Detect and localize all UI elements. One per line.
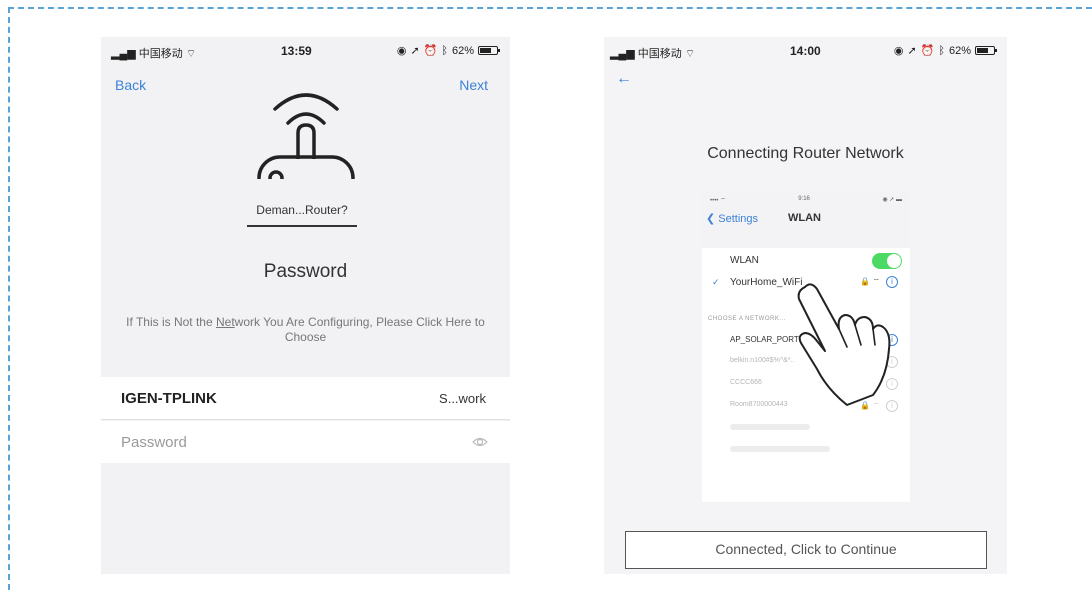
choose-network-link[interactable]: Net: [216, 315, 235, 329]
illustration-time: 9:16: [798, 196, 810, 202]
wifi-icon: ⌔: [684, 48, 696, 60]
bluetooth-icon: ᛒ: [938, 44, 945, 57]
arrow-icon: ➚: [907, 45, 917, 57]
wifi-icon: ⌔: [185, 48, 197, 60]
connecting-title: Connecting Router Network: [707, 145, 904, 162]
password-row: [101, 421, 510, 463]
battery-icon: [975, 46, 997, 55]
back-button[interactable]: Back: [115, 77, 146, 93]
bluetooth-icon: ᛒ: [441, 44, 448, 57]
illustration-network-name: belkin.n100#$%^&*..: [730, 357, 795, 364]
network-name: S...work: [439, 391, 486, 406]
illustration-status-bar: •••• ⌔ 9:16 ◉ ➚ ▬: [710, 196, 902, 204]
pointing-hand-icon: [797, 283, 891, 406]
ssid-row[interactable]: IGEN-TPLINK S...work: [101, 377, 510, 420]
status-time: 13:59: [281, 44, 312, 58]
password-input[interactable]: [121, 431, 441, 453]
wlan-settings-illustration: •••• ⌔ 9:16 ◉ ➚ ▬ ❮ Settings WLAN WLAN ✓…: [702, 192, 910, 502]
dashed-frame-left: [8, 7, 10, 590]
arrow-icon: ➚: [410, 45, 420, 57]
battery-icon: [478, 46, 500, 55]
battery-percent: 62%: [451, 44, 474, 57]
location-icon: ◉: [396, 45, 407, 57]
illustration-header: •••• ⌔ 9:16 ◉ ➚ ▬ ❮ Settings WLAN: [702, 192, 910, 234]
illustration-settings-back: ❮ Settings: [706, 213, 759, 225]
illustration-signal-icon: •••• ⌔: [710, 198, 726, 204]
illustration-battery-icon: ◉ ➚ ▬: [882, 197, 902, 203]
carrier-label: ▂▄▆ 中国移动 ⌔: [610, 48, 696, 60]
alarm-icon: ⏰: [423, 45, 438, 57]
carrier-label: ▂▄▆ 中国移动 ⌔: [111, 48, 197, 60]
illustration-gap: [702, 234, 910, 248]
illustration-wlan-label: WLAN: [730, 255, 759, 266]
blurred-network-row: [730, 424, 810, 430]
checkmark-icon: ✓: [712, 277, 720, 287]
illustration-section-header: CHOOSE A NETWORK...: [708, 316, 786, 322]
phone-screen-connecting: ▂▄▆ 中国移动 ⌔ 14:00 ◉ ➚ ⏰ ᛒ 62% ← Connectin…: [604, 37, 1007, 574]
status-bar: ▂▄▆ 中国移动 ⌔ 14:00 ◉ ➚ ⏰ ᛒ 62%: [604, 37, 1007, 65]
phone-screen-password: ▂▄▆ 中国移动 ⌔ 13:59 ◉ ➚ ⏰ ᛒ 62% Back Next D…: [101, 37, 510, 574]
signal-icon: ▂▄▆: [610, 48, 635, 60]
dashed-frame-top: [8, 7, 1092, 9]
illustration-network-name: CCCC666: [730, 379, 762, 386]
password-heading: Password: [263, 261, 348, 282]
location-icon: ◉: [893, 45, 904, 57]
ssid-label: IGEN-TPLINK: [121, 390, 217, 407]
illustration-wlan-row: WLAN: [702, 250, 910, 272]
battery-percent: 62%: [948, 44, 971, 57]
status-right: ◉ ➚ ⏰ ᛒ 62%: [893, 44, 997, 57]
illustration-network-name: Room8700000443: [730, 401, 788, 408]
router-wifi-icon: [257, 93, 355, 179]
eye-icon[interactable]: [472, 434, 488, 450]
status-time: 14:00: [790, 44, 821, 58]
network-select[interactable]: Deman...Router?: [247, 203, 357, 227]
hint-text-prefix: If This is Not the: [126, 315, 216, 329]
illustration-title: WLAN: [788, 212, 821, 224]
status-right: ◉ ➚ ⏰ ᛒ 62%: [396, 44, 500, 57]
alarm-icon: ⏰: [920, 45, 935, 57]
next-button[interactable]: Next: [459, 77, 488, 93]
blurred-network-row: [730, 446, 830, 452]
signal-icon: ▂▄▆: [111, 48, 136, 60]
hint-text-suffix: work You Are Configuring, Please Click H…: [234, 315, 485, 344]
choose-network-hint: If This is Not the Network You Are Confi…: [113, 315, 498, 345]
status-bar: ▂▄▆ 中国移动 ⌔ 13:59 ◉ ➚ ⏰ ᛒ 62%: [101, 37, 510, 65]
wlan-toggle: [872, 253, 902, 269]
left-arrow-icon[interactable]: ←: [616, 70, 632, 88]
continue-button[interactable]: Connected, Click to Continue: [625, 531, 987, 569]
